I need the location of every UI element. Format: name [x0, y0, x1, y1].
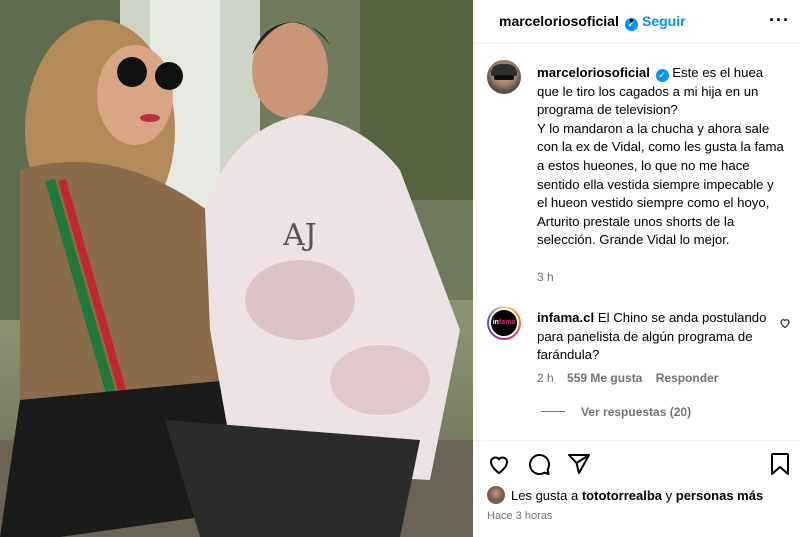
- caption-username[interactable]: marceloriosoficial: [537, 65, 650, 80]
- view-replies-label[interactable]: Ver respuestas (20): [581, 405, 691, 419]
- likes-summary: Les gusta a tototorrealba y personas más: [487, 486, 763, 504]
- comment-body: infama.cl El Chino se anda postulando pa…: [537, 309, 777, 365]
- caption-text: Este es el huea que le tiro los cagados …: [537, 65, 784, 248]
- comment-likes[interactable]: 559 Me gusta: [567, 371, 642, 385]
- send-icon[interactable]: [567, 452, 591, 481]
- liker-username[interactable]: tototorrealba: [582, 488, 662, 503]
- likes-prefix: Les gusta a: [511, 488, 579, 503]
- author-avatar[interactable]: [487, 60, 521, 94]
- post-side-panel: marceloriosoficial ✓ • Seguir ··· marcel…: [473, 0, 800, 537]
- comment-heart-icon[interactable]: [779, 316, 791, 334]
- post-caption: marceloriosoficial ✓ Este es el huea que…: [537, 64, 787, 250]
- comment-meta: 2 h 559 Me gusta Responder: [537, 371, 728, 385]
- avatar-glasses: [494, 75, 514, 80]
- header-username[interactable]: marceloriosoficial ✓: [499, 13, 638, 31]
- comment-username[interactable]: infama.cl: [537, 310, 594, 325]
- svg-text:AJ: AJ: [282, 218, 317, 253]
- commenter-avatar[interactable]: infama: [487, 306, 521, 340]
- heart-icon[interactable]: [487, 452, 511, 481]
- comment-time[interactable]: 2 h: [537, 371, 554, 385]
- bookmark-icon[interactable]: [769, 452, 791, 481]
- liker-avatar[interactable]: [487, 486, 505, 504]
- avatar-logo-text-b: fama: [498, 319, 516, 326]
- photo-illustration: AJ: [0, 0, 473, 537]
- post-time[interactable]: Hace 3 horas: [487, 510, 552, 522]
- comment-icon[interactable]: [527, 452, 551, 481]
- separator-dot: •: [629, 12, 634, 28]
- action-bar: [487, 452, 791, 478]
- replies-line: [541, 411, 565, 412]
- post-photo: AJ: [0, 0, 473, 537]
- header-username-text[interactable]: marceloriosoficial: [499, 13, 619, 29]
- likes-connector: y: [665, 488, 673, 503]
- caption-time[interactable]: 3 h: [537, 270, 554, 284]
- follow-button[interactable]: Seguir: [642, 13, 686, 29]
- check-badge-icon: ✓: [655, 69, 669, 82]
- reply-button[interactable]: Responder: [656, 371, 719, 385]
- actions-divider: [473, 440, 800, 441]
- commenter-avatar-logo: infama: [489, 308, 519, 338]
- post-header: marceloriosoficial ✓ • Seguir ···: [473, 0, 800, 44]
- view-replies-button[interactable]: Ver respuestas (20): [541, 405, 691, 419]
- likes-others[interactable]: personas más: [676, 488, 763, 503]
- more-options-icon[interactable]: ···: [769, 10, 790, 31]
